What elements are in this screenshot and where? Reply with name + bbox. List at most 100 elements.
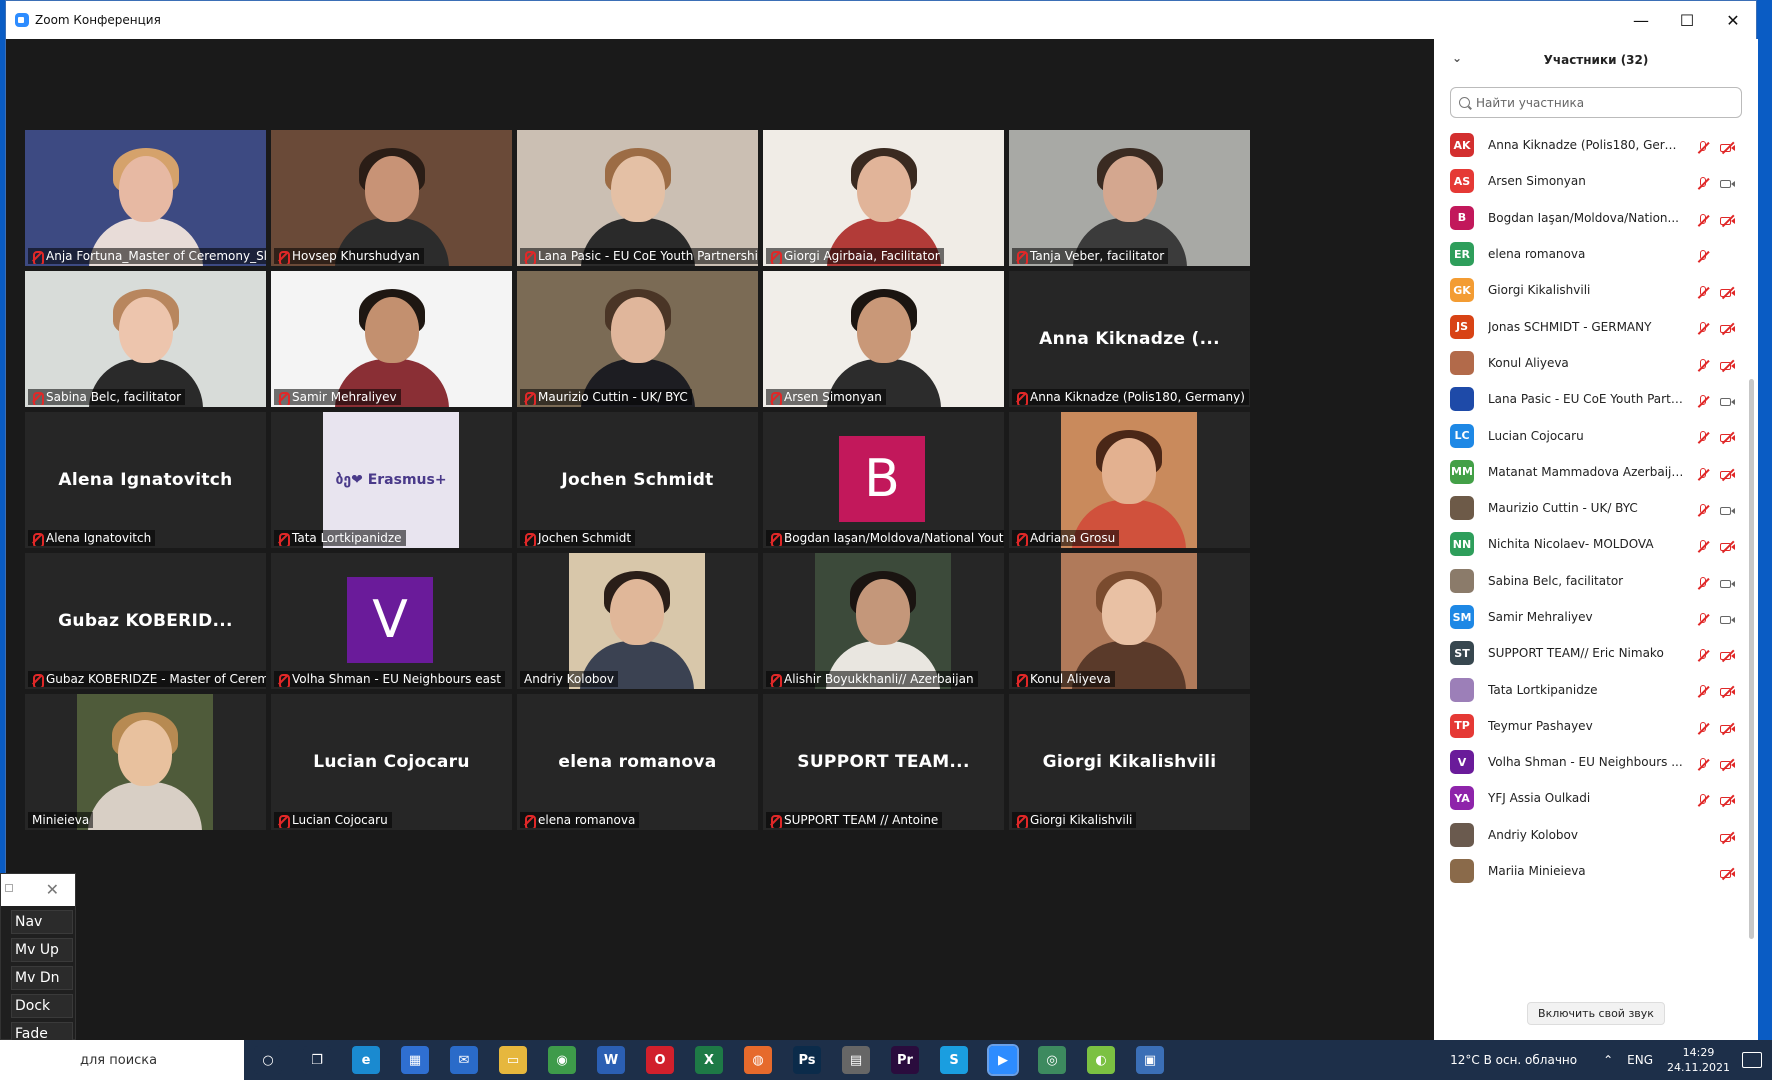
video-off-icon[interactable]	[1720, 685, 1736, 699]
participant-tile[interactable]: Anja Fortuna_Master of Ceremony_Slove...	[25, 130, 266, 266]
participant-tile[interactable]: SUPPORT TEAM... SUPPORT TEAM // Antoine	[763, 694, 1004, 830]
mic-muted-icon[interactable]	[1696, 576, 1710, 591]
nav-helper-button[interactable]: Dock	[11, 994, 73, 1018]
minimize-button[interactable]: —	[1618, 1, 1664, 39]
mic-muted-icon[interactable]	[1696, 322, 1710, 336]
firefox-icon[interactable]: ◍	[744, 1046, 772, 1074]
mic-muted-icon[interactable]	[1696, 503, 1710, 518]
participant-row[interactable]: MM Matanat Mammadova Azerbaijan	[1434, 454, 1758, 490]
mic-muted-icon[interactable]	[1696, 141, 1710, 155]
video-off-icon[interactable]	[1720, 794, 1736, 808]
participant-row[interactable]: Maurizio Cuttin - UK/ BYC	[1434, 490, 1758, 526]
app-icon[interactable]: ◐	[1087, 1046, 1115, 1074]
participant-tile[interactable]: Adriana Grosu	[1009, 412, 1250, 548]
video-camera-icon[interactable]	[1720, 177, 1736, 191]
participant-tile[interactable]: Giorgi Agirbaia, Facilitator	[763, 130, 1004, 266]
store-icon[interactable]: ▦	[401, 1046, 429, 1074]
mic-muted-icon[interactable]	[1696, 358, 1710, 373]
mic-muted-icon[interactable]	[1696, 758, 1710, 772]
participant-tile[interactable]: Andriy Kolobov	[517, 553, 758, 689]
mic-muted-icon[interactable]	[1696, 540, 1710, 554]
participant-tile[interactable]: B Bogdan Iaşan/Moldova/National Youth C..…	[763, 412, 1004, 548]
word-icon[interactable]: W	[597, 1046, 625, 1074]
video-off-icon[interactable]	[1720, 322, 1736, 336]
video-off-icon[interactable]	[1720, 214, 1736, 228]
video-off-icon[interactable]	[1720, 758, 1736, 772]
unmute-button[interactable]: Включить свой звук	[1527, 1002, 1665, 1025]
video-off-icon[interactable]	[1720, 831, 1736, 845]
participant-tile[interactable]: Gubaz KOBERID... Gubaz KOBERIDZE - Master…	[25, 553, 266, 689]
participant-tile[interactable]: Anna Kiknadze (... Anna Kiknadze (Polis18…	[1009, 271, 1250, 407]
participant-row[interactable]: SM Samir Mehraliyev	[1434, 599, 1758, 635]
participant-row[interactable]: NN Nichita Nicolaev- MOLDOVA	[1434, 526, 1758, 562]
participant-tile[interactable]: Alena Ignatovitch Alena Ignatovitch	[25, 412, 266, 548]
participant-row[interactable]: V Volha Shman - EU Neighbours ...	[1434, 744, 1758, 780]
premiere-icon[interactable]: Pr	[891, 1046, 919, 1074]
participant-tile[interactable]: Minieieva	[25, 694, 266, 830]
close-button[interactable]: ✕	[1710, 1, 1756, 39]
maximize-button[interactable]: ☐	[1664, 1, 1710, 39]
video-camera-icon[interactable]	[1720, 504, 1736, 518]
participant-tile[interactable]: Konul Aliyeva	[1009, 553, 1250, 689]
language-indicator[interactable]: ENG	[1627, 1053, 1653, 1067]
participant-row[interactable]: Konul Aliyeva	[1434, 345, 1758, 381]
mic-muted-icon[interactable]	[1696, 794, 1710, 808]
participant-row[interactable]: GK Giorgi Kikalishvili	[1434, 272, 1758, 308]
participant-row[interactable]: Sabina Belc, facilitator	[1434, 563, 1758, 599]
video-off-icon[interactable]	[1720, 649, 1736, 663]
participant-tile[interactable]: Arsen Simonyan	[763, 271, 1004, 407]
video-camera-icon[interactable]	[1720, 395, 1736, 409]
mic-muted-icon[interactable]	[1696, 649, 1710, 663]
participant-tile[interactable]: Samir Mehraliyev	[271, 271, 512, 407]
participant-row[interactable]: ER elena romanova	[1434, 236, 1758, 272]
mail-icon[interactable]: ✉	[450, 1046, 478, 1074]
participant-row[interactable]: Andriy Kolobov	[1434, 817, 1758, 853]
video-off-icon[interactable]	[1720, 359, 1736, 373]
video-off-icon[interactable]	[1720, 141, 1736, 155]
participant-tile[interactable]: Alishir Boyukkhanli// Azerbaijan	[763, 553, 1004, 689]
clock[interactable]: 14:29 24.11.2021	[1667, 1045, 1730, 1075]
participant-list-scrollbar[interactable]	[1749, 379, 1754, 939]
globe-icon[interactable]: ◎	[1038, 1046, 1066, 1074]
calculator-icon[interactable]: ▤	[842, 1046, 870, 1074]
nav-helper-button[interactable]: Mv Dn	[11, 966, 73, 990]
tray-chevron-icon[interactable]: ⌃	[1603, 1053, 1613, 1067]
video-off-icon[interactable]	[1720, 867, 1736, 881]
participant-row[interactable]: AK Anna Kiknadze (Polis180, Germ...	[1434, 127, 1758, 163]
task-view-icon[interactable]: ❐	[303, 1046, 331, 1074]
taskbar-search[interactable]: для поиска	[0, 1040, 244, 1080]
participant-row[interactable]: ST SUPPORT TEAM// Eric Nimako	[1434, 635, 1758, 671]
participant-row[interactable]: Mariia Minieieva	[1434, 853, 1758, 889]
participant-tile[interactable]: Lucian Cojocaru Lucian Cojocaru	[271, 694, 512, 830]
participant-tile[interactable]: ბე❤ Erasmus+ Tata Lortkipanidze	[271, 412, 512, 548]
participant-row[interactable]: B Bogdan Iaşan/Moldova/Nation...	[1434, 200, 1758, 236]
excel-icon[interactable]: X	[695, 1046, 723, 1074]
participant-tile[interactable]: Tanja Veber, facilitator	[1009, 130, 1250, 266]
nav-helper-button[interactable]: Mv Up	[11, 938, 73, 962]
zoom-icon[interactable]: ▶	[987, 1044, 1019, 1076]
participant-row[interactable]: Tata Lortkipanidze	[1434, 671, 1758, 707]
weather-text[interactable]: 12°C В осн. облачно	[1450, 1053, 1577, 1067]
participant-tile[interactable]: Maurizio Cuttin - UK/ BYC	[517, 271, 758, 407]
mic-muted-icon[interactable]	[1696, 249, 1710, 264]
video-off-icon[interactable]	[1720, 468, 1736, 482]
mic-muted-icon[interactable]	[1696, 431, 1710, 445]
mic-muted-icon[interactable]	[1696, 685, 1710, 699]
mic-muted-icon[interactable]	[1696, 612, 1710, 627]
mic-muted-icon[interactable]	[1696, 467, 1710, 482]
mic-muted-icon[interactable]	[1696, 286, 1710, 300]
video-off-icon[interactable]	[1720, 431, 1736, 445]
skype-icon[interactable]: S	[940, 1046, 968, 1074]
mic-muted-icon[interactable]	[1696, 177, 1710, 191]
mic-muted-icon[interactable]	[1696, 395, 1710, 409]
mic-muted-icon[interactable]	[1696, 213, 1710, 228]
explorer-icon[interactable]: ▭	[499, 1046, 527, 1074]
nav-helper-close-icon[interactable]: ✕	[46, 880, 59, 899]
nav-helper-button[interactable]: Nav	[11, 910, 73, 934]
notification-icon[interactable]	[1742, 1052, 1762, 1068]
participant-tile[interactable]: V Volha Shman - EU Neighbours east	[271, 553, 512, 689]
remote-icon[interactable]: ▣	[1136, 1046, 1164, 1074]
participant-search-input[interactable]: Найти участника	[1450, 87, 1742, 118]
participant-tile[interactable]: Lana Pasic - EU CoE Youth Partnership	[517, 130, 758, 266]
participant-tile[interactable]: elena romanova elena romanova	[517, 694, 758, 830]
